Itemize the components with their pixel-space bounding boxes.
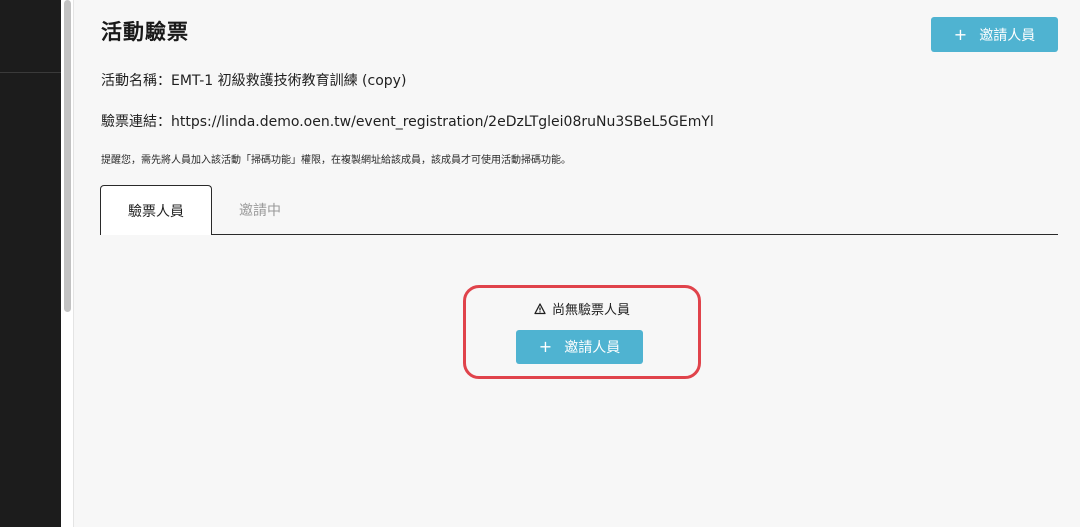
invite-staff-button[interactable]: + 邀請人員 (931, 17, 1058, 52)
sidebar-divider (0, 72, 61, 73)
empty-state-text: 尚無驗票人員 (551, 303, 630, 318)
tab-bar: 驗票人員 邀請中 (100, 185, 1058, 235)
sidebar (0, 0, 61, 527)
invite-staff-button-label: 邀請人員 (979, 27, 1036, 44)
warning-icon (534, 302, 546, 314)
event-name: 活動名稱：EMT-1 初級救護技術教育訓練 (copy) (101, 73, 407, 89)
tab-inviting[interactable]: 邀請中 (212, 185, 308, 235)
plus-icon: + (953, 24, 968, 44)
reminder-text: 提醒您，需先將人員加入該活動「掃碼功能」權限，在複製網址給該成員，該成員才可使用… (101, 155, 571, 166)
scrollbar-track[interactable] (61, 0, 74, 527)
empty-invite-staff-button-label: 邀請人員 (564, 340, 621, 356)
tabs-divider (100, 234, 1058, 235)
main-content: 活動驗票 + 邀請人員 活動名稱：EMT-1 初級救護技術教育訓練 (copy)… (74, 0, 1080, 527)
empty-state-message: 尚無驗票人員 (466, 299, 698, 318)
plus-icon: + (538, 337, 553, 356)
app-window: 活動驗票 + 邀請人員 活動名稱：EMT-1 初級救護技術教育訓練 (copy)… (0, 0, 1080, 527)
empty-invite-staff-button[interactable]: + 邀請人員 (516, 330, 643, 364)
scrollbar-thumb[interactable] (64, 0, 71, 312)
empty-state: 尚無驗票人員 + 邀請人員 (463, 285, 701, 379)
tab-ticket-checkers[interactable]: 驗票人員 (100, 185, 212, 235)
ticket-link: 驗票連結：https://linda.demo.oen.tw/event_reg… (101, 114, 714, 130)
page-title: 活動驗票 (101, 20, 189, 44)
